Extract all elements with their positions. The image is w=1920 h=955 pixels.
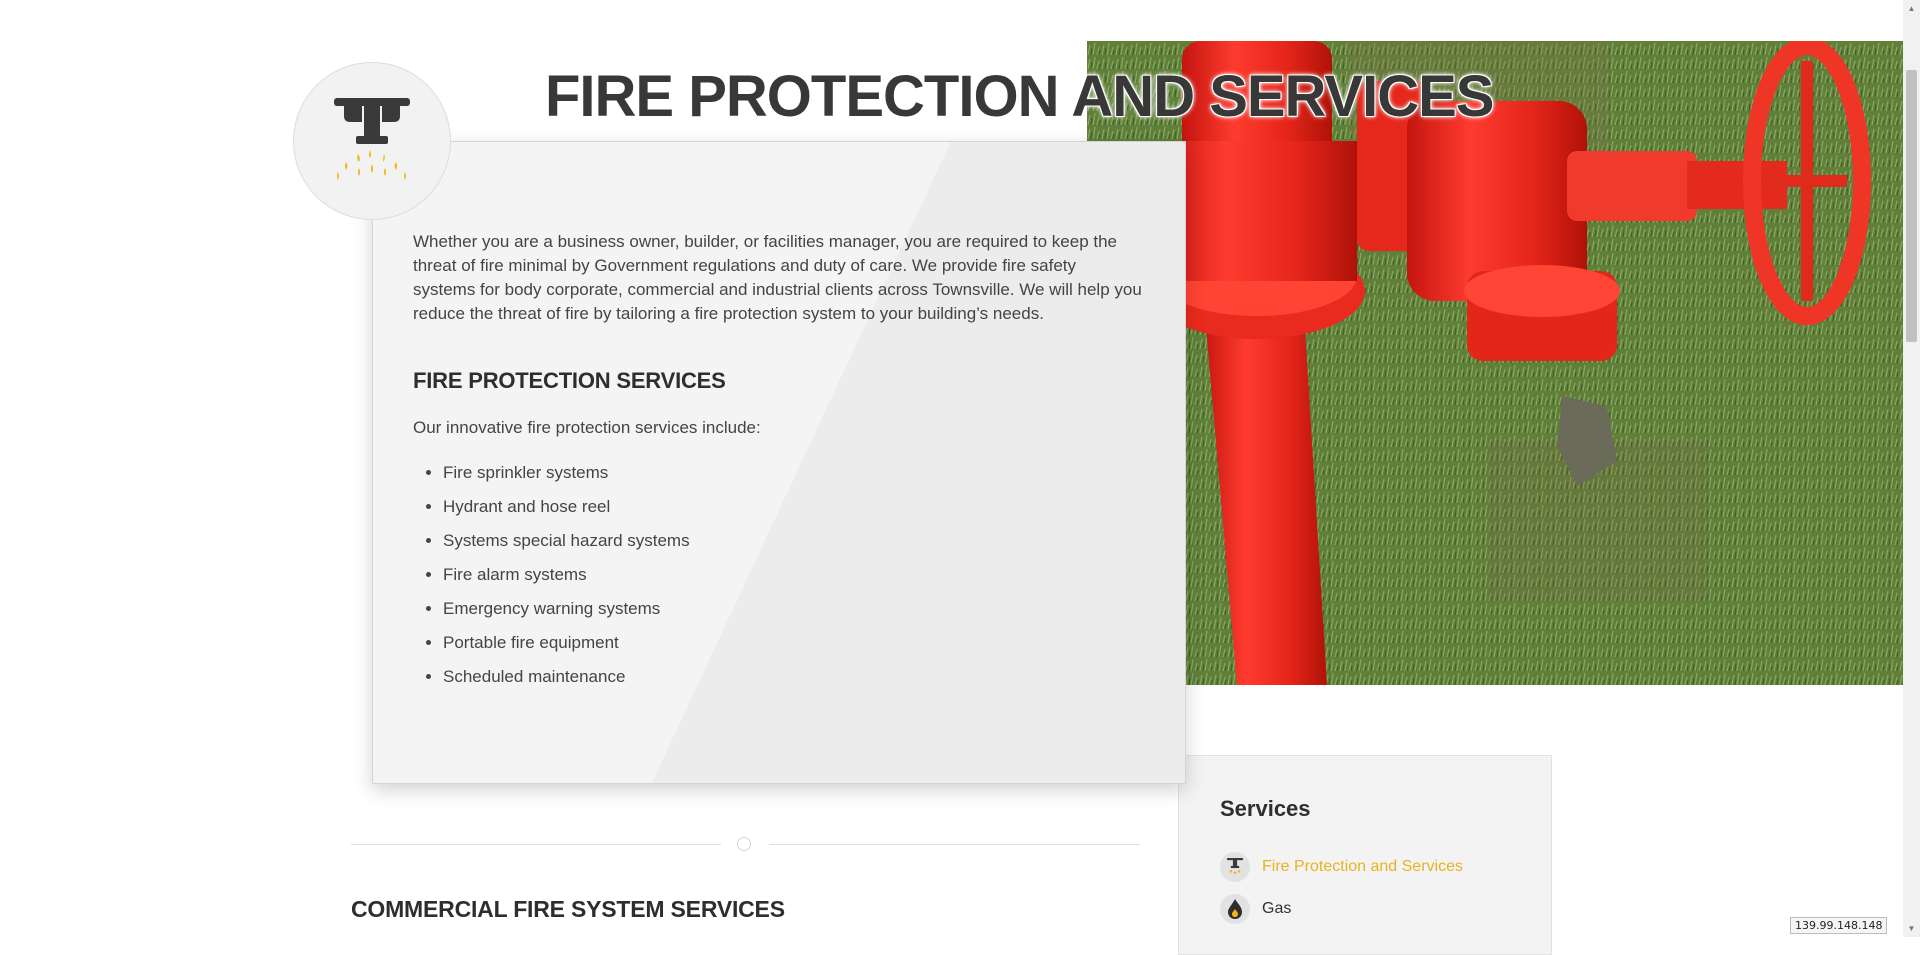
list-item: Fire alarm systems xyxy=(443,558,1143,592)
services-lead-text: Our innovative fire protection services … xyxy=(413,418,761,437)
list-item: Portable fire equipment xyxy=(443,626,1143,660)
section-divider-left xyxy=(351,844,721,845)
fire-sprinkler-icon xyxy=(334,98,410,180)
sidebar-item-label: Gas xyxy=(1262,900,1292,917)
list-item: Hydrant and hose reel xyxy=(443,490,1143,524)
vertical-scrollbar[interactable]: ▲ ▼ xyxy=(1903,0,1920,937)
sidebar-item-fire-protection[interactable]: Fire Protection and Services xyxy=(1220,852,1463,882)
gas-flame-icon xyxy=(1220,894,1250,924)
fire-protection-services-heading: FIRE PROTECTION SERVICES xyxy=(413,368,726,393)
scrollbar-thumb[interactable] xyxy=(1906,70,1917,342)
list-item: Emergency warning systems xyxy=(443,592,1143,626)
page-title: FIRE PROTECTION AND SERVICES xyxy=(545,64,1494,129)
list-item: Scheduled maintenance xyxy=(443,660,1143,694)
list-item: Systems special hazard systems xyxy=(443,524,1143,558)
sidebar-item-gas[interactable]: Gas xyxy=(1220,894,1291,924)
scroll-up-arrow-icon[interactable]: ▲ xyxy=(1903,0,1920,17)
service-emblem xyxy=(293,62,451,220)
intro-paragraph: Whether you are a business owner, builde… xyxy=(413,232,1142,323)
hero-hydrant-image xyxy=(1087,41,1903,685)
commercial-fire-system-heading: COMMERCIAL FIRE SYSTEM SERVICES xyxy=(351,896,785,922)
sidebar-item-label: Fire Protection and Services xyxy=(1262,858,1463,875)
fire-sprinkler-icon xyxy=(1220,852,1250,882)
list-item: Fire sprinkler systems xyxy=(443,456,1143,490)
section-divider-dot xyxy=(737,837,751,851)
sidebar-title: Services xyxy=(1220,796,1311,821)
content-card: Whether you are a business owner, builde… xyxy=(372,141,1186,784)
services-sidebar: Services Fire Protection and Services Ga… xyxy=(1178,755,1552,955)
services-list: Fire sprinkler systems Hydrant and hose … xyxy=(413,456,1143,694)
section-divider-right xyxy=(769,844,1140,845)
scroll-down-arrow-icon[interactable]: ▼ xyxy=(1903,920,1920,937)
ip-address-badge: 139.99.148.148 xyxy=(1790,917,1888,934)
